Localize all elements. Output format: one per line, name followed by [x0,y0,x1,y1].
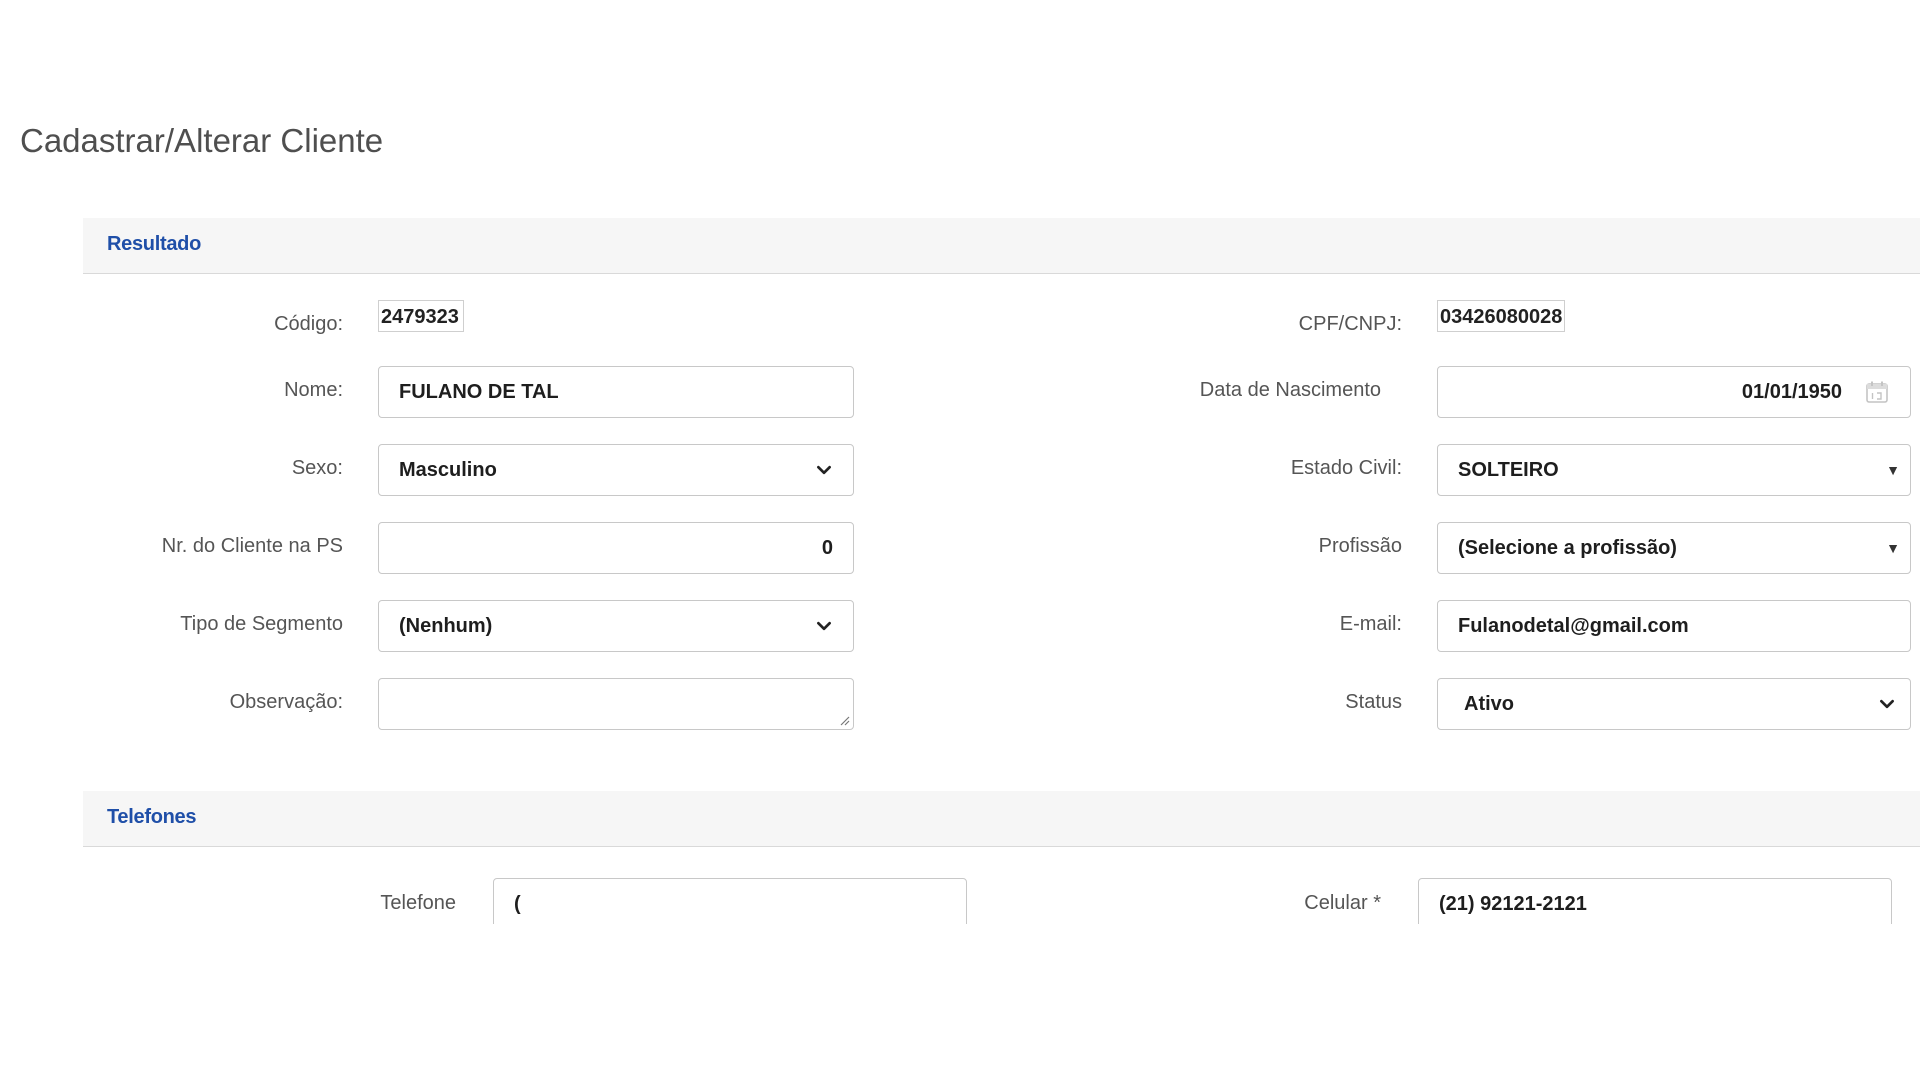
estado-civil-select[interactable]: SOLTEIRO ▼ [1437,444,1911,496]
nome-input[interactable]: FULANO DE TAL [378,366,854,418]
celular-input[interactable]: (21) 92121-2121 [1418,878,1892,924]
email-input[interactable]: Fulanodetal@gmail.com [1437,600,1911,652]
segmento-select[interactable]: (Nenhum) [378,600,854,652]
observacao-label: Observação: [229,691,343,713]
cpf-label: CPF/CNPJ: [1298,313,1402,335]
section-header-resultado: Resultado [83,218,1920,274]
nome-input-value: FULANO DE TAL [399,380,559,403]
nome-label: Nome: [284,379,343,401]
observacao-textarea[interactable] [378,678,854,730]
triangle-down-icon: ▼ [1886,462,1900,478]
sexo-select-value: Masculino [399,458,497,481]
status-select-value: Ativo [1464,692,1514,715]
section-title-telefones: Telefones [107,806,197,828]
celular-input-value: (21) 92121-2121 [1439,893,1587,915]
cpf-value: 03426080028 [1437,300,1565,332]
celular-label: Celular * [1304,892,1381,914]
app-viewport: Cadastrar/Alterar Cliente Resultado Códi… [0,0,1920,924]
codigo-value: 2479323 [378,300,464,332]
nascimento-input[interactable]: 01/01/1950 [1437,366,1911,418]
section-header-telefones: Telefones [83,791,1920,847]
resize-grip-icon[interactable] [838,714,850,726]
nascimento-label: Data de Nascimento [1199,379,1381,401]
nr-cliente-label: Nr. do Cliente na PS [161,535,343,557]
nascimento-input-value: 01/01/1950 [1741,380,1842,403]
chevron-down-icon [1880,699,1894,709]
status-select[interactable]: Ativo [1437,678,1911,730]
sexo-select[interactable]: Masculino [378,444,854,496]
sexo-label: Sexo: [291,457,343,479]
telefone-label: Telefone [380,892,456,914]
profissao-select[interactable]: (Selecione a profissão) ▼ [1437,522,1911,574]
nr-cliente-input-value: 0 [821,536,833,559]
nr-cliente-input[interactable]: 0 [378,522,854,574]
telefone-input-value: ( [514,893,521,915]
segmento-label: Tipo de Segmento [180,613,343,635]
codigo-label: Código: [274,313,343,335]
status-label: Status [1345,691,1402,713]
email-label: E-mail: [1339,613,1402,635]
triangle-down-icon: ▼ [1886,540,1900,556]
chevron-down-icon [817,621,831,631]
segmento-select-value: (Nenhum) [399,614,493,637]
profissao-select-value: (Selecione a profissão) [1458,536,1677,559]
section-title-resultado: Resultado [107,233,201,255]
estado-civil-select-value: SOLTEIRO [1458,458,1559,481]
telefone-input[interactable]: ( [493,878,967,924]
calendar-icon[interactable] [1864,379,1890,405]
page-title: Cadastrar/Alterar Cliente [20,122,384,159]
chevron-down-icon [817,465,831,475]
estado-civil-label: Estado Civil: [1290,457,1402,479]
email-input-value: Fulanodetal@gmail.com [1458,614,1689,637]
profissao-label: Profissão [1318,535,1402,557]
